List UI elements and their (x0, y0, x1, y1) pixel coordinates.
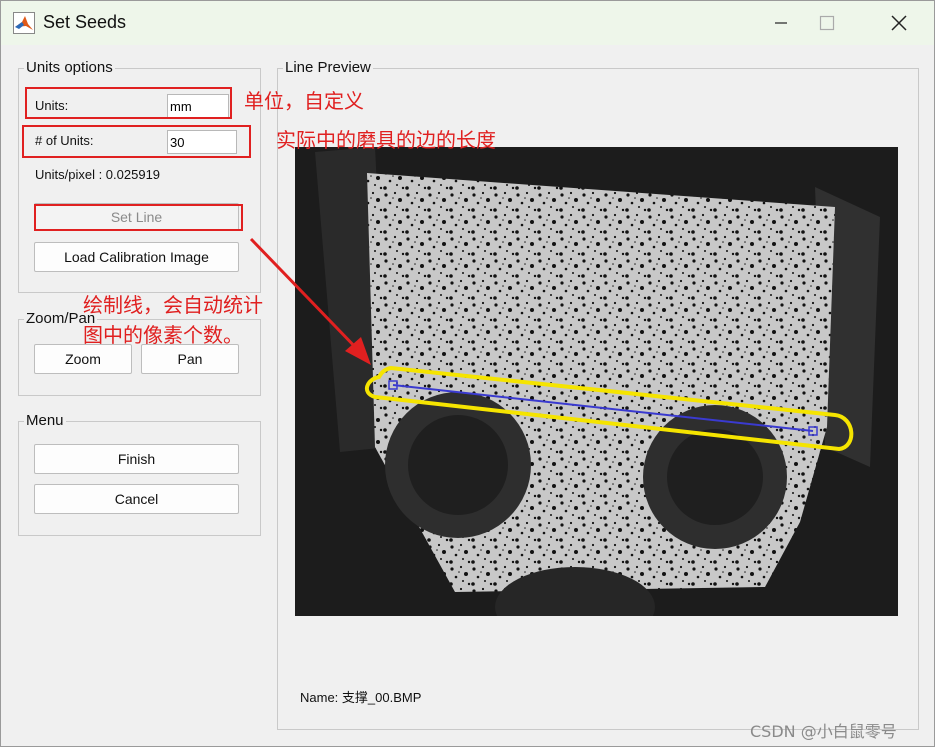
maximize-button[interactable] (807, 5, 847, 41)
units-per-pixel-readout: Units/pixel : 0.025919 (35, 167, 161, 182)
cancel-button[interactable]: Cancel (34, 484, 239, 514)
close-icon (891, 15, 907, 31)
set-line-annotation-box (34, 204, 243, 231)
zoom-button[interactable]: Zoom (34, 344, 132, 374)
num-units-annotation-box (22, 125, 251, 158)
calibration-image-preview[interactable] (295, 147, 898, 616)
close-button[interactable] (879, 5, 919, 41)
line-preview-title: Line Preview (283, 59, 373, 76)
annotation-arrow (249, 237, 371, 365)
matlab-logo-icon (13, 12, 35, 34)
set-seeds-window: Set Seeds Units options Units: mm # of U… (0, 0, 935, 747)
minimize-button[interactable] (761, 5, 801, 41)
minimize-icon (775, 22, 787, 24)
line-note-1: 绘制线，会自动统计 (83, 293, 263, 317)
menu-title: Menu (24, 412, 66, 429)
units-annotation-box (25, 87, 232, 119)
line-note-2: 图中的像素个数。 (83, 323, 243, 347)
speckle-specimen-image[interactable] (295, 147, 898, 616)
units-options-title: Units options (24, 59, 115, 76)
menu-group: Menu (18, 412, 261, 536)
length-note: 实际中的磨具的边的长度 (276, 128, 496, 152)
watermark: CSDN @小白鼠零号 (750, 722, 897, 741)
finish-button[interactable]: Finish (34, 444, 239, 474)
units-note: 单位，自定义 (244, 89, 364, 113)
window-title: Set Seeds (43, 12, 127, 32)
maximize-icon (819, 15, 835, 31)
pan-button[interactable]: Pan (141, 344, 239, 374)
load-calibration-image-button[interactable]: Load Calibration Image (34, 242, 239, 272)
image-name-label: Name: 支撑_00.BMP (300, 690, 422, 705)
title-bar[interactable]: Set Seeds (1, 1, 934, 45)
